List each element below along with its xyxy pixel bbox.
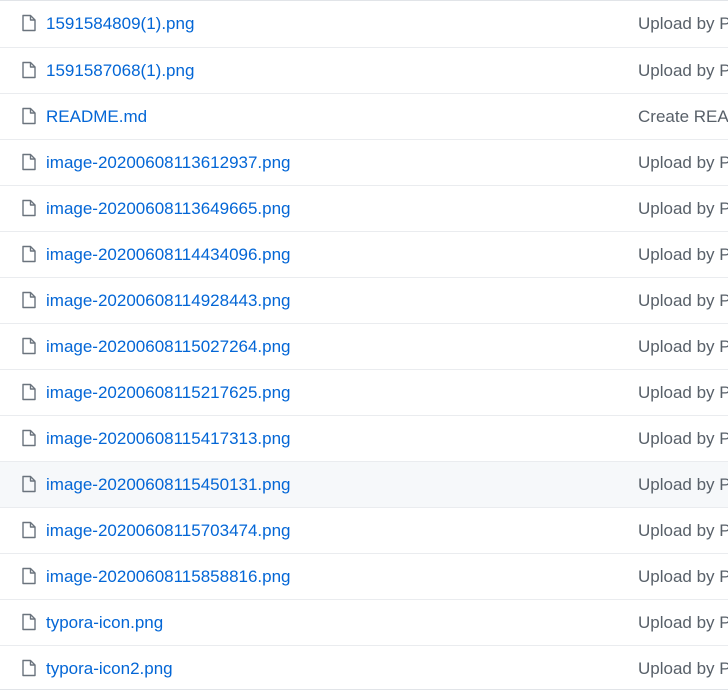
commit-message-link[interactable]: Upload by P	[638, 520, 728, 542]
file-name-link[interactable]: image-20200608115217625.png	[46, 382, 291, 404]
table-row[interactable]: image-20200608115417313.png Upload by P	[0, 415, 728, 461]
table-row[interactable]: image-20200608114928443.png Upload by P	[0, 277, 728, 323]
file-icon	[21, 245, 37, 263]
table-row[interactable]: typora-icon.png Upload by P	[0, 599, 728, 645]
commit-message-link[interactable]: Upload by P	[638, 244, 728, 266]
table-row[interactable]: image-20200608113612937.png Upload by P	[0, 139, 728, 185]
commit-message-link[interactable]: Upload by P	[638, 290, 728, 312]
file-name-link[interactable]: image-20200608115858816.png	[46, 566, 291, 588]
commit-message-link[interactable]: Upload by P	[638, 566, 728, 588]
file-icon	[21, 337, 37, 355]
file-name-link[interactable]: image-20200608113649665.png	[46, 198, 291, 220]
file-name-link[interactable]: 1591587068(1).png	[46, 60, 194, 82]
file-name-link[interactable]: image-20200608113612937.png	[46, 152, 291, 174]
table-row[interactable]: 1591584809(1).png Upload by P	[0, 1, 728, 47]
file-name-link[interactable]: image-20200608115027264.png	[46, 336, 291, 358]
table-row[interactable]: image-20200608115217625.png Upload by P	[0, 369, 728, 415]
file-list: 1591584809(1).png Upload by P 1591587068…	[0, 0, 728, 690]
file-name-link[interactable]: image-20200608114928443.png	[46, 290, 291, 312]
commit-message-link[interactable]: Upload by P	[638, 60, 728, 82]
file-icon	[21, 153, 37, 171]
file-name-link[interactable]: image-20200608115417313.png	[46, 428, 291, 450]
commit-message-link[interactable]: Upload by P	[638, 658, 728, 680]
commit-message-link[interactable]: Upload by P	[638, 198, 728, 220]
file-name-link[interactable]: image-20200608114434096.png	[46, 244, 291, 266]
file-name-link[interactable]: typora-icon.png	[46, 612, 163, 634]
file-name-link[interactable]: image-20200608115703474.png	[46, 520, 291, 542]
table-row[interactable]: image-20200608114434096.png Upload by P	[0, 231, 728, 277]
file-name-link[interactable]: README.md	[46, 106, 147, 128]
commit-message-link[interactable]: Create READ	[638, 106, 728, 128]
commit-message-link[interactable]: Upload by P	[638, 152, 728, 174]
file-icon	[21, 14, 37, 32]
table-row[interactable]: image-20200608113649665.png Upload by P	[0, 185, 728, 231]
file-icon	[21, 199, 37, 217]
table-row[interactable]: 1591587068(1).png Upload by P	[0, 47, 728, 93]
commit-message-link[interactable]: Upload by P	[638, 382, 728, 404]
file-icon	[21, 291, 37, 309]
table-row[interactable]: typora-icon2.png Upload by P	[0, 645, 728, 691]
table-row[interactable]: image-20200608115027264.png Upload by P	[0, 323, 728, 369]
file-icon	[21, 659, 37, 677]
file-icon	[21, 475, 37, 493]
commit-message-link[interactable]: Upload by P	[638, 13, 728, 35]
file-name-link[interactable]: typora-icon2.png	[46, 658, 173, 680]
commit-message-link[interactable]: Upload by P	[638, 474, 728, 496]
commit-message-link[interactable]: Upload by P	[638, 428, 728, 450]
file-icon	[21, 521, 37, 539]
file-icon	[21, 429, 37, 447]
table-row[interactable]: README.md Create READ	[0, 93, 728, 139]
file-icon	[21, 383, 37, 401]
file-icon	[21, 613, 37, 631]
file-icon	[21, 107, 37, 125]
file-icon	[21, 61, 37, 79]
file-icon	[21, 567, 37, 585]
file-name-link[interactable]: 1591584809(1).png	[46, 13, 194, 35]
commit-message-link[interactable]: Upload by P	[638, 612, 728, 634]
file-name-link[interactable]: image-20200608115450131.png	[46, 474, 291, 496]
table-row[interactable]: image-20200608115450131.png Upload by P	[0, 461, 728, 507]
commit-message-link[interactable]: Upload by P	[638, 336, 728, 358]
table-row[interactable]: image-20200608115703474.png Upload by P	[0, 507, 728, 553]
table-row[interactable]: image-20200608115858816.png Upload by P	[0, 553, 728, 599]
